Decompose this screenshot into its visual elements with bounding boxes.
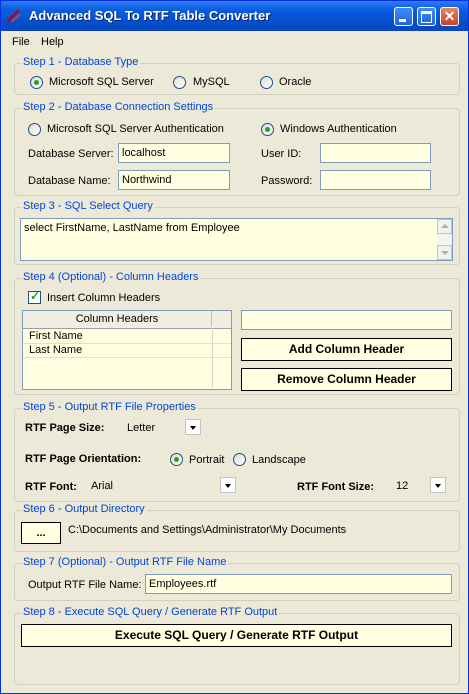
browse-directory-button[interactable]: ...	[21, 522, 61, 544]
database-server-label: Database Server:	[28, 148, 114, 160]
rtf-font-size-value: 12	[396, 480, 409, 492]
database-server-input[interactable]: localhost	[118, 143, 230, 163]
minimize-button[interactable]	[394, 7, 413, 26]
menu-bar: File Help	[1, 31, 468, 51]
sql-query-textarea[interactable]: select FirstName, LastName from Employee	[20, 218, 453, 261]
chevron-down-icon[interactable]	[430, 477, 446, 493]
radio-mssql-label[interactable]: Microsoft SQL Server	[49, 76, 154, 88]
step7-legend: Step 7 (Optional) - Output RTF File Name	[21, 556, 229, 568]
add-column-header-button[interactable]: Add Column Header	[241, 338, 452, 361]
new-column-header-input[interactable]	[241, 310, 452, 330]
password-input[interactable]	[320, 170, 431, 190]
radio-landscape[interactable]	[233, 453, 246, 466]
insert-headers-label[interactable]: Insert Column Headers	[47, 292, 160, 304]
execute-button[interactable]: Execute SQL Query / Generate RTF Output	[21, 624, 452, 647]
step6-group: Step 6 - Output Directory ... C:\Documen…	[14, 503, 460, 552]
remove-column-header-button[interactable]: Remove Column Header	[241, 368, 452, 391]
radio-windows-auth-label[interactable]: Windows Authentication	[280, 123, 397, 135]
database-name-input[interactable]: Northwind	[118, 170, 230, 190]
radio-portrait[interactable]	[170, 453, 183, 466]
step2-group: Step 2 - Database Connection Settings Mi…	[14, 101, 460, 196]
chevron-down-icon[interactable]	[220, 477, 236, 493]
scroll-up-icon[interactable]	[437, 219, 452, 234]
output-filename-label: Output RTF File Name:	[28, 579, 142, 591]
grid-row[interactable]: First Name	[23, 329, 231, 344]
menu-help[interactable]: Help	[41, 36, 64, 48]
page-size-value: Letter	[127, 422, 156, 434]
output-filename-input[interactable]: Employees.rtf	[145, 574, 452, 594]
step7-group: Step 7 (Optional) - Output RTF File Name…	[14, 556, 460, 601]
grid-row[interactable]: Last Name	[23, 343, 231, 358]
scroll-down-icon[interactable]	[437, 245, 452, 260]
rtf-font-value: Arial	[91, 480, 114, 492]
query-scrollbar[interactable]	[437, 219, 452, 260]
app-window: Advanced SQL To RTF Table Converter ✕ Fi…	[0, 0, 469, 694]
radio-landscape-label[interactable]: Landscape	[252, 454, 306, 466]
radio-oracle-label[interactable]: Oracle	[279, 76, 311, 88]
app-icon	[6, 9, 21, 23]
column-headers-grid[interactable]: Column Headers First Name Last Name	[22, 310, 232, 390]
output-directory-path: C:\Documents and Settings\Administrator\…	[68, 524, 347, 536]
grid-row-text: First Name	[29, 330, 83, 342]
step1-legend: Step 1 - Database Type	[21, 56, 141, 68]
user-id-input[interactable]	[320, 143, 431, 163]
step5-legend: Step 5 - Output RTF File Properties	[21, 401, 198, 413]
step5-group: Step 5 - Output RTF File Properties RTF …	[14, 401, 460, 502]
page-size-select[interactable]: Letter	[123, 418, 202, 438]
page-orientation-label: RTF Page Orientation:	[25, 453, 142, 465]
radio-mysql[interactable]	[173, 76, 186, 89]
step8-group: Step 8 - Execute SQL Query / Generate RT…	[14, 606, 460, 685]
radio-oracle[interactable]	[260, 76, 273, 89]
grid-header-cell[interactable]: Column Headers	[23, 311, 212, 327]
password-label: Password:	[261, 175, 313, 187]
chevron-down-icon[interactable]	[185, 419, 201, 435]
maximize-button[interactable]	[417, 7, 436, 26]
title-bar[interactable]: Advanced SQL To RTF Table Converter ✕	[1, 1, 468, 31]
step6-legend: Step 6 - Output Directory	[21, 503, 147, 515]
radio-sql-auth-label[interactable]: Microsoft SQL Server Authentication	[47, 123, 224, 135]
close-button[interactable]: ✕	[440, 7, 459, 26]
database-name-label: Database Name:	[28, 175, 111, 187]
step2-legend: Step 2 - Database Connection Settings	[21, 101, 216, 113]
radio-windows-auth[interactable]	[261, 123, 274, 136]
grid-row-text: Last Name	[29, 344, 83, 356]
maximize-icon	[421, 11, 432, 23]
client-area: Step 1 - Database Type Microsoft SQL Ser…	[4, 52, 464, 688]
radio-mysql-label[interactable]: MySQL	[193, 76, 230, 88]
step8-legend: Step 8 - Execute SQL Query / Generate RT…	[21, 606, 280, 618]
page-size-label: RTF Page Size:	[25, 422, 105, 434]
radio-portrait-label[interactable]: Portrait	[189, 454, 224, 466]
grid-header-row: Column Headers	[23, 311, 231, 329]
user-id-label: User ID:	[261, 148, 302, 160]
minimize-icon	[399, 19, 406, 22]
step4-group: Step 4 (Optional) - Column Headers Inser…	[14, 271, 460, 395]
step4-legend: Step 4 (Optional) - Column Headers	[21, 271, 201, 283]
rtf-font-size-label: RTF Font Size:	[297, 481, 374, 493]
rtf-font-label: RTF Font:	[25, 481, 77, 493]
close-icon: ✕	[443, 8, 456, 24]
menu-file[interactable]: File	[12, 36, 30, 48]
step3-group: Step 3 - SQL Select Query select FirstNa…	[14, 200, 460, 265]
insert-headers-checkbox[interactable]	[28, 289, 41, 304]
window-title: Advanced SQL To RTF Table Converter	[29, 8, 271, 23]
step3-legend: Step 3 - SQL Select Query	[21, 200, 155, 212]
rtf-font-select[interactable]: Arial	[87, 476, 237, 496]
radio-mssql[interactable]	[30, 76, 43, 89]
rtf-font-size-select[interactable]: 12	[392, 476, 447, 496]
step1-group: Step 1 - Database Type Microsoft SQL Ser…	[14, 56, 460, 95]
radio-sql-auth[interactable]	[28, 123, 41, 136]
sql-query-text: select FirstName, LastName from Employee	[24, 222, 240, 234]
